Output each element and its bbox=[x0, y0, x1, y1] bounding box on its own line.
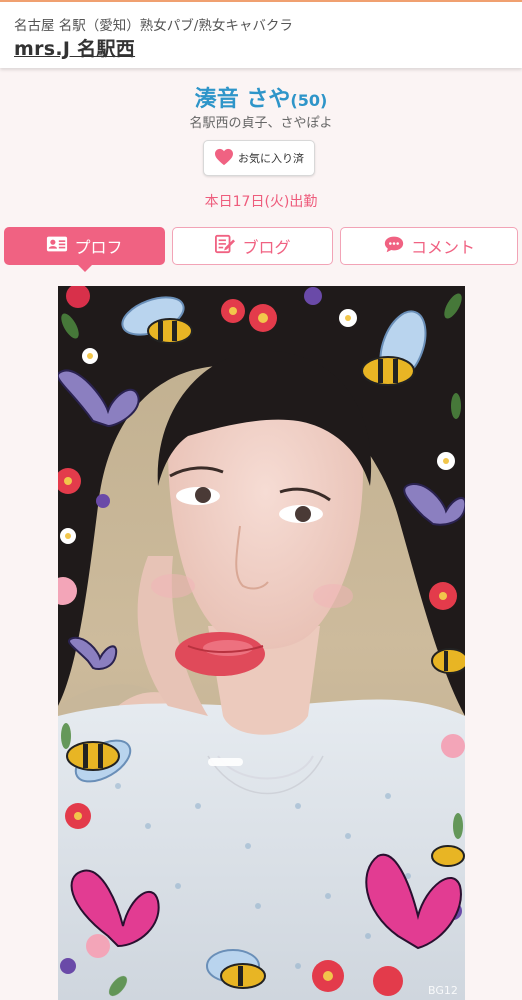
heart-icon bbox=[214, 148, 234, 169]
comment-bubble-icon bbox=[383, 234, 405, 258]
site-header: 名古屋 名駅（愛知）熟女パブ/熟女キャバクラ mrs.J 名駅西 bbox=[0, 0, 522, 68]
favorite-label: お気に入り済 bbox=[238, 152, 304, 165]
cast-name-row: 湊音 さや(50) bbox=[0, 81, 522, 113]
tab-blog[interactable]: ブログ bbox=[172, 227, 333, 265]
tab-comment[interactable]: コメント bbox=[340, 227, 518, 265]
area-category: 名古屋 名駅（愛知）熟女パブ/熟女キャバクラ bbox=[14, 18, 293, 34]
tab-profile[interactable]: プロフ bbox=[4, 227, 165, 265]
photo-watermark: BG12 bbox=[428, 984, 458, 997]
profile-card-icon bbox=[46, 234, 68, 258]
active-tab-indicator bbox=[77, 264, 93, 272]
cast-name: 湊音 さや bbox=[194, 87, 291, 112]
favorite-button[interactable]: お気に入り済 bbox=[203, 140, 315, 176]
tab-label: コメント bbox=[410, 238, 475, 257]
catch-copy: 名駅西の貞子、さやぽよ bbox=[189, 116, 333, 131]
blog-edit-icon bbox=[214, 234, 236, 258]
tab-label: プロフ bbox=[74, 238, 123, 257]
cast-photo: BG12 bbox=[58, 286, 465, 1000]
schedule-text: 本日17日(火)出勤 bbox=[204, 194, 318, 210]
tab-label: ブログ bbox=[242, 238, 291, 257]
shop-name-link[interactable]: mrs.J 名駅西 bbox=[14, 34, 135, 61]
cast-age: (50) bbox=[290, 91, 328, 110]
